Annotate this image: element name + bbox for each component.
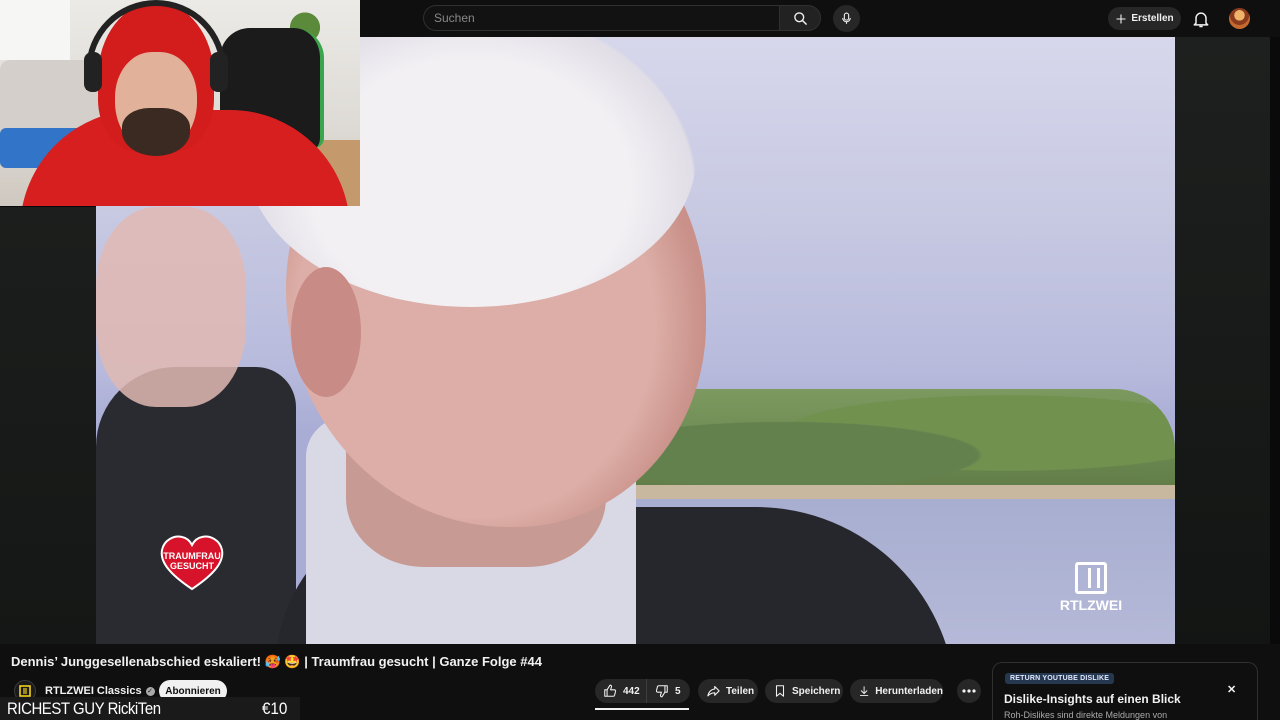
share-icon (707, 685, 720, 696)
player-ambient-right (1175, 37, 1270, 644)
more-actions-button[interactable] (957, 679, 981, 703)
plus-icon (1116, 14, 1126, 23)
like-ratio-bar (595, 708, 689, 710)
donation-name: RICHEST GUY RickiTen (7, 699, 161, 718)
network-logo: RTLZWEI (1051, 562, 1131, 622)
share-button[interactable]: Teilen (698, 679, 758, 703)
search-box (423, 5, 821, 31)
create-label: Erstellen (1131, 13, 1174, 24)
ryd-subtitle: Roh-Dislikes sind direkte Meldungen von (1004, 710, 1168, 720)
cam-ear-l (84, 52, 102, 92)
save-button[interactable]: Speichern (765, 679, 843, 703)
download-label: Herunterladen (875, 685, 943, 697)
verified-badge-icon: ✓ (145, 686, 155, 696)
share-label: Teilen (726, 685, 755, 697)
cam-headset (86, 0, 226, 90)
bookmark-icon (775, 685, 785, 697)
save-label: Speichern (792, 685, 841, 697)
ryd-panel: RETURN YOUTUBE DISLIKE Dislike-Insights … (992, 662, 1258, 720)
search-input[interactable] (423, 5, 780, 31)
show-badge: TRAUMFRAU GESUCHT (158, 533, 226, 593)
download-button[interactable]: Herunterladen (850, 679, 943, 703)
scene-ear (291, 267, 361, 397)
player-ambient-left (0, 207, 96, 644)
dislike-button[interactable]: 5 (646, 679, 690, 703)
channel-logo-icon (19, 685, 31, 697)
channel-name[interactable]: RTLZWEI Classics (45, 685, 142, 697)
like-button[interactable]: 442 (595, 679, 646, 703)
cam-ear-r (210, 52, 228, 92)
thumbs-down-icon (655, 685, 668, 698)
scene-suit-left (96, 367, 296, 644)
more-icon (962, 689, 976, 693)
download-icon (860, 686, 869, 697)
account-avatar[interactable] (1229, 8, 1250, 29)
show-badge-text: TRAUMFRAU GESUCHT (163, 551, 221, 571)
scene-trees (616, 389, 1175, 499)
bell-icon (1193, 12, 1209, 28)
search-icon (793, 11, 807, 25)
cam-window (0, 0, 70, 60)
donation-amount: €10 (261, 699, 287, 718)
scene-hand (96, 207, 246, 407)
donation-overlay: RICHEST GUY RickiTen €10 (0, 697, 300, 720)
notifications-button[interactable] (1191, 9, 1211, 29)
like-dislike-segment: 442 5 (595, 679, 690, 703)
network-logo-mark (1075, 562, 1107, 594)
ryd-tag: RETURN YOUTUBE DISLIKE (1005, 673, 1115, 684)
voice-search-button[interactable] (833, 5, 860, 32)
thumbs-up-icon (604, 684, 617, 697)
mic-icon (842, 12, 851, 24)
like-count: 442 (623, 685, 640, 697)
cam-beard (122, 108, 190, 156)
dislike-count: 5 (675, 685, 681, 697)
close-icon[interactable]: ✕ (1227, 683, 1236, 696)
video-title: Dennis’ Junggesellenabschied eskaliert! … (11, 654, 542, 669)
create-button[interactable]: Erstellen (1108, 7, 1181, 30)
ryd-title: Dislike-Insights auf einen Blick (1004, 692, 1181, 706)
webcam-overlay (0, 0, 360, 206)
network-logo-text: RTLZWEI (1059, 597, 1123, 613)
search-button[interactable] (779, 5, 821, 31)
